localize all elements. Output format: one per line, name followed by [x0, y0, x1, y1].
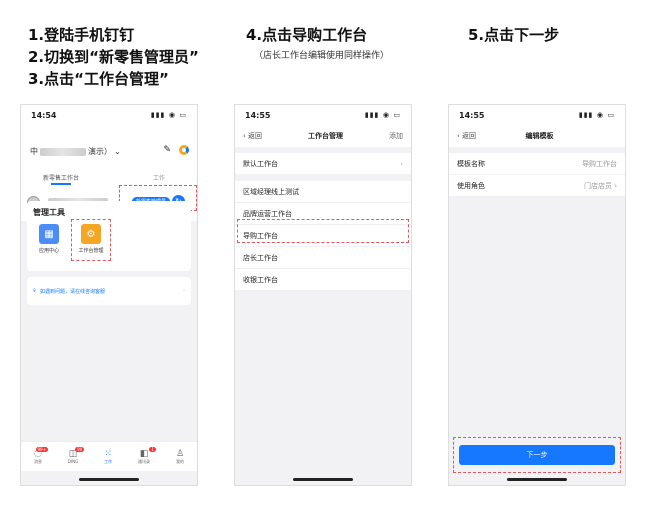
tab-work-bottom[interactable]: ⁙ 工作: [104, 449, 112, 465]
back-label: 返回: [248, 132, 263, 140]
highlight-workbench-tool: [71, 219, 111, 261]
tab-me[interactable]: ♙ 我的: [176, 449, 184, 465]
template-name-label: 模板名称: [457, 159, 485, 168]
chevron-right-icon: ›: [614, 181, 617, 190]
bottom-tab-bar: ◌ 99+ 消息 ◫ 99 DING ⁙ 工作 ◧ 1 通讯录 ♙ 我的: [21, 441, 197, 471]
role-value: 门店店员: [583, 181, 612, 190]
template-name-row[interactable]: 模板名称 导购工作台: [449, 153, 625, 175]
list-item[interactable]: 区域经理线上测试: [235, 181, 411, 203]
list-item-label: 默认工作台: [243, 159, 278, 168]
org-suffix: 演示）: [88, 147, 112, 156]
tutorial-page: 1.登陆手机钉钉 2.切换到“新零售管理员” 3.点击“工作台管理” 4.点击导…: [0, 0, 667, 505]
help-bar[interactable]: ⍟ 如遇到问题，请在线咨询客服 ›: [27, 277, 191, 305]
tab-me-label: 我的: [175, 458, 184, 464]
template-name-value: 导购工作台: [582, 159, 617, 168]
message-badge: 99+: [35, 446, 48, 452]
app-grid-icon: ▦: [39, 224, 59, 244]
tab-work[interactable]: 工作: [153, 173, 165, 182]
chevron-right-icon: ›: [400, 159, 403, 168]
step-1-text: 1.登陆手机钉钉: [28, 26, 135, 44]
home-indicator: [79, 478, 139, 481]
signal-icon: ▮▮▮ ◉ ▭: [578, 111, 615, 119]
org-name-blurred: [40, 147, 86, 156]
role-row[interactable]: 使用角色 门店店员 ›: [449, 175, 625, 197]
org-prefix: 中: [30, 147, 38, 156]
step-4-text: 4.点击导购工作台: [246, 26, 368, 44]
step-2-text: 2.切换到“新零售管理员”: [28, 48, 199, 66]
chevron-left-icon: ‹: [243, 132, 246, 140]
management-tools-card: 管理工具 ▦ 应用中心 ⚙ 工作台管理: [27, 201, 191, 271]
role-label: 使用角色: [457, 181, 485, 190]
edit-icon[interactable]: ✎: [163, 145, 171, 155]
step-5-text: 5.点击下一步: [468, 26, 560, 44]
tab-work-label: 工作: [104, 458, 113, 464]
highlight-next-button: [453, 437, 621, 473]
signal-icon: ▮▮▮ ◉ ▭: [364, 111, 401, 119]
phone-screen-3: 14:55 ▮▮▮ ◉ ▭ ‹ 返回 编辑模板 模板名称 导购工作台 使用角色 门店…: [448, 104, 626, 486]
tab-ding[interactable]: ◫ 99 DING: [67, 447, 85, 464]
signal-icon: ▮▮▮ ◉ ▭: [150, 111, 187, 119]
chevron-down-icon: ⌄: [114, 147, 121, 156]
page-title: 工作台管理: [308, 132, 344, 140]
list-item[interactable]: 店长工作台: [235, 247, 411, 269]
nav-bar: ‹ 返回 工作台管理 添加: [235, 125, 411, 147]
status-time: 14:54: [31, 110, 57, 120]
add-button[interactable]: 添加: [389, 131, 403, 141]
help-icon: ⍟: [33, 288, 37, 294]
chevron-right-icon: ›: [183, 288, 185, 294]
step-4-note: （店长工作台编辑使用同样操作）: [254, 51, 390, 61]
phone-screen-2: 14:55 ▮▮▮ ◉ ▭ ‹ 返回 工作台管理 添加 默认工作台 › 区域经理线…: [234, 104, 412, 486]
ding-badge: 99: [75, 447, 85, 452]
home-indicator: [507, 478, 567, 481]
page-title: 编辑模板: [525, 132, 554, 140]
list-item-label: 店长工作台: [243, 253, 278, 262]
back-button[interactable]: ‹ 返回: [457, 131, 476, 141]
tool-app-center[interactable]: ▦ 应用中心: [33, 224, 65, 254]
contacts-badge: 1: [149, 446, 157, 452]
person-icon: ♙: [175, 448, 185, 459]
tab-messages-label: 消息: [33, 458, 42, 464]
home-indicator: [293, 478, 353, 481]
tab-contacts[interactable]: ◧ 1 通讯录: [138, 446, 157, 465]
status-bar: 14:55 ▮▮▮ ◉ ▭: [449, 105, 625, 125]
help-text: 如遇到问题，请在线咨询客服: [40, 288, 106, 295]
status-time: 14:55: [459, 110, 485, 120]
tab-retail-workbench[interactable]: 新零售工作台: [43, 173, 79, 185]
contacts-icon: ◧: [139, 448, 149, 459]
status-bar: 14:54 ▮▮▮ ◉ ▭: [21, 105, 197, 125]
tab-ding-label: DING: [67, 459, 79, 464]
back-label: 返回: [462, 132, 477, 140]
highlight-guide-workbench: [237, 219, 409, 243]
chevron-left-icon: ‹: [457, 132, 460, 140]
tab-messages[interactable]: ◌ 99+ 消息: [33, 446, 48, 465]
tool-app-center-label: 应用中心: [38, 248, 59, 254]
nav-bar: ‹ 返回 编辑模板: [449, 125, 625, 147]
list-item-label: 品牌运营工作台: [243, 209, 292, 218]
step-3-text: 3.点击“工作台管理”: [28, 70, 169, 88]
section-title: 管理工具: [33, 208, 65, 217]
phone-screen-1: 14:54 ▮▮▮ ◉ ▭ 中 演示） ⌄ ✎ 新零售工作台 工作 新零售管理员…: [20, 104, 198, 486]
app-logo-icon[interactable]: [179, 145, 189, 155]
org-switcher[interactable]: 中 演示） ⌄: [30, 146, 121, 157]
list-item[interactable]: 收银工作台: [235, 269, 411, 291]
work-grid-icon: ⁙: [104, 448, 112, 459]
list-item-label: 收银工作台: [243, 275, 278, 284]
status-time: 14:55: [245, 110, 271, 120]
list-item[interactable]: 默认工作台 ›: [235, 153, 411, 175]
list-item-label: 区域经理线上测试: [243, 187, 299, 196]
back-button[interactable]: ‹ 返回: [243, 131, 262, 141]
status-bar: 14:55 ▮▮▮ ◉ ▭: [235, 105, 411, 125]
tab-contacts-label: 通讯录: [138, 458, 151, 464]
